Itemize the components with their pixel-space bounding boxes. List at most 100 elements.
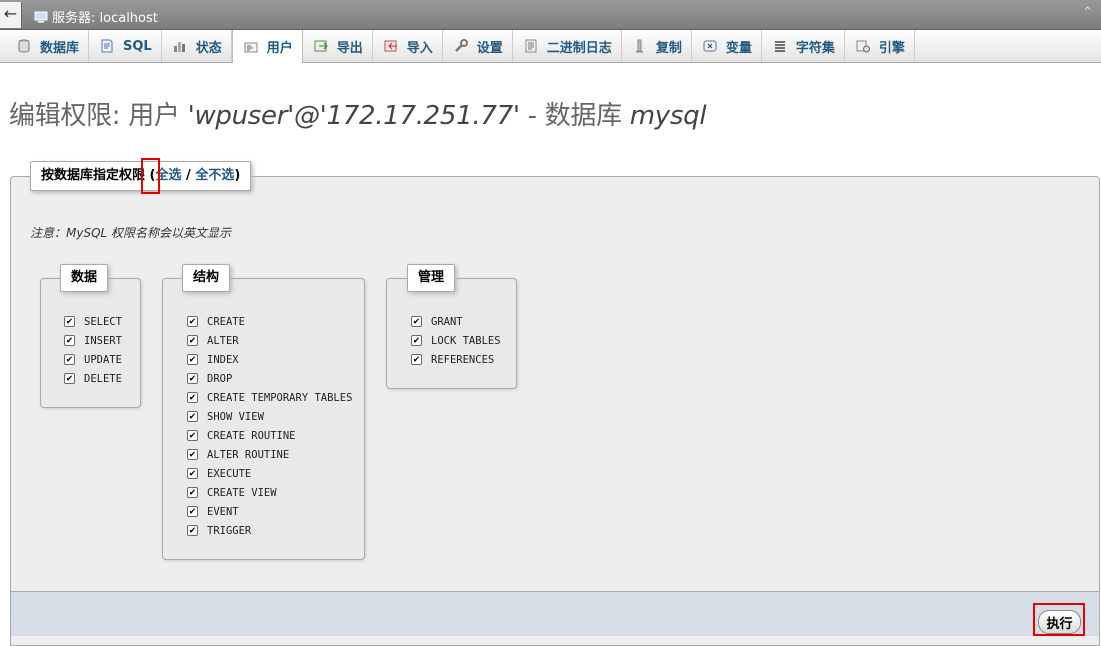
create-checkbox[interactable]: ✔ [187,316,198,327]
privilege-label: REFERENCES [431,353,495,366]
drop-checkbox[interactable]: ✔ [187,373,198,384]
index-checkbox[interactable]: ✔ [187,354,198,365]
privilege-create-temporary-tables[interactable]: ✔ CREATE TEMPORARY TABLES [187,388,352,407]
delete-checkbox[interactable]: ✔ [64,373,75,384]
show-view-checkbox[interactable]: ✔ [187,411,198,422]
create-temporary-tables-checkbox[interactable]: ✔ [187,392,198,403]
go-button-highlight [1033,603,1085,636]
privilege-label: UPDATE [84,353,122,366]
title-database: mysql [629,101,707,131]
privilege-trigger[interactable]: ✔ TRIGGER [187,521,352,540]
tab-label: 数据库 [40,40,80,56]
privilege-label: ALTER ROUTINE [207,448,290,461]
select-none-link[interactable]: 全不选 [195,168,234,183]
tab-label: 变量 [725,40,752,56]
privilege-label: SELECT [84,315,122,328]
title-prefix: 编辑权限: 用户 [9,101,188,131]
structure-privileges-list: ✔ CREATE ✔ ALTER ✔ INDEX ✔ DROP ✔ CREATE TEMP… [187,312,352,540]
server-bar: ← 服务器: localhost ⌃ [0,0,1101,30]
admin-privileges-list: ✔ GRANT ✔ LOCK TABLES ✔ REFERENCES [411,312,501,369]
tab-export[interactable]: 导出 [303,30,373,62]
privilege-label: CREATE ROUTINE [207,429,296,442]
tab-charsets[interactable]: 字符集 [762,30,845,62]
engine-icon [856,40,870,53]
server-breadcrumb[interactable]: 服务器: localhost [34,7,158,26]
execute-checkbox[interactable]: ✔ [187,468,198,479]
privilege-create[interactable]: ✔ CREATE [187,312,352,331]
select-all-highlight [141,158,160,194]
tab-settings[interactable]: 设置 [443,30,513,62]
create-view-checkbox[interactable]: ✔ [187,487,198,498]
references-checkbox[interactable]: ✔ [411,354,422,365]
lock-tables-checkbox[interactable]: ✔ [411,335,422,346]
tab-label: 设置 [476,40,503,56]
tab-label: 用户 [266,41,293,56]
privilege-label: CREATE [207,315,245,328]
privilege-alter-routine[interactable]: ✔ ALTER ROUTINE [187,445,352,464]
tab-engines[interactable]: 引擎 [845,30,915,62]
privilege-label: INDEX [207,353,239,366]
event-checkbox[interactable]: ✔ [187,506,198,517]
privilege-event[interactable]: ✔ EVENT [187,502,352,521]
privilege-lock-tables[interactable]: ✔ LOCK TABLES [411,331,501,350]
back-arrow-icon[interactable]: ← [0,2,22,28]
tab-databases[interactable]: 数据库 [6,30,90,62]
tab-binlog[interactable]: 二进制日志 [513,30,622,62]
privilege-grant[interactable]: ✔ GRANT [411,312,501,331]
create-routine-checkbox[interactable]: ✔ [187,430,198,441]
page-title: 编辑权限: 用户 'wpuser'@'172.17.251.77' - 数据库 … [9,95,707,132]
tab-sql[interactable]: SQL [89,30,162,62]
tab-import[interactable]: 导入 [373,30,443,62]
tab-status[interactable]: 状态 [162,30,232,62]
binlog-icon [525,39,537,53]
alter-routine-checkbox[interactable]: ✔ [187,449,198,460]
privilege-insert[interactable]: ✔ INSERT [64,331,122,350]
privilege-label: TRIGGER [207,524,252,537]
legend-close-paren: ) [234,168,241,183]
privilege-show-view[interactable]: ✔ SHOW VIEW [187,407,352,426]
collapse-icon[interactable]: ⌃ [1082,5,1093,20]
privilege-label: LOCK TABLES [431,334,501,347]
tab-replication[interactable]: 复制 [622,30,692,62]
status-icon [173,42,185,52]
privilege-delete[interactable]: ✔ DELETE [64,369,122,388]
privilege-label: DROP [207,372,233,385]
database-icon [18,39,30,53]
insert-checkbox[interactable]: ✔ [64,335,75,346]
tab-variables[interactable]: 变量 [692,30,762,62]
privilege-create-view[interactable]: ✔ CREATE VIEW [187,483,352,502]
privilege-create-routine[interactable]: ✔ CREATE ROUTINE [187,426,352,445]
privilege-label: INSERT [84,334,122,347]
server-icon [34,11,48,22]
privilege-label: DELETE [84,372,122,385]
structure-group-legend: 结构 [182,264,231,292]
privilege-alter[interactable]: ✔ ALTER [187,331,352,350]
tab-users[interactable]: 用户 [231,30,303,63]
tab-label: 导入 [406,40,433,56]
privilege-index[interactable]: ✔ INDEX [187,350,352,369]
privilege-drop[interactable]: ✔ DROP [187,369,352,388]
tab-label: 导出 [336,40,363,56]
privilege-label: GRANT [431,315,463,328]
tab-label: 状态 [195,40,222,56]
privilege-execute[interactable]: ✔ EXECUTE [187,464,352,483]
privilege-select[interactable]: ✔ SELECT [64,312,122,331]
tab-label: 引擎 [878,40,905,56]
tab-label: 字符集 [795,40,835,56]
sql-icon [101,39,113,53]
update-checkbox[interactable]: ✔ [64,354,75,365]
trigger-checkbox[interactable]: ✔ [187,525,198,536]
tab-label: SQL [123,38,152,54]
data-privileges-list: ✔ SELECT ✔ INSERT ✔ UPDATE ✔ DELETE [64,312,122,388]
privilege-update[interactable]: ✔ UPDATE [64,350,122,369]
alter-checkbox[interactable]: ✔ [187,335,198,346]
settings-icon [454,39,468,52]
variables-icon [703,40,717,52]
top-menu-tabs: 数据库 SQL 状态 用户 导出 导入 设置 二进制日志 复制 变量 字符集 引… [0,30,1101,63]
server-label: 服务器: localhost [52,11,158,26]
select-checkbox[interactable]: ✔ [64,316,75,327]
form-footer [11,591,1099,636]
privilege-references[interactable]: ✔ REFERENCES [411,350,501,369]
grant-checkbox[interactable]: ✔ [411,316,422,327]
privilege-label: CREATE TEMPORARY TABLES [207,391,353,404]
